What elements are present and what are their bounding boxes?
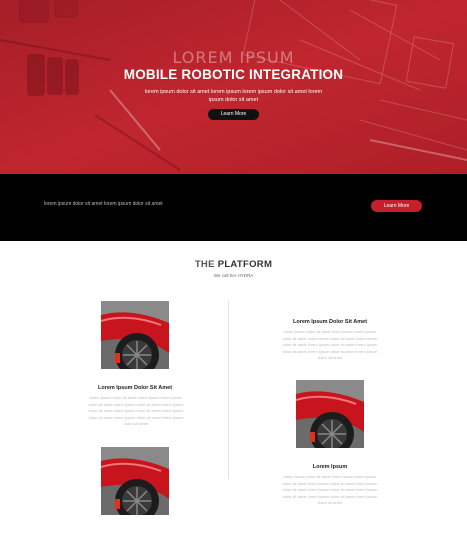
card-text: lorem ipsum dolor sit amet lorem ipsum l… (282, 474, 378, 505)
hero-eyebrow: LOREM IPSUM (172, 48, 295, 67)
car-image (101, 447, 169, 515)
card-title: Lorem Ipsum (312, 464, 348, 470)
cta-band-text: lorem ipsum dolor sit amet lorem ipsum d… (44, 201, 163, 207)
car-image (101, 301, 169, 369)
hero-learn-more-button[interactable]: Learn More (208, 109, 259, 120)
platform-title-part2: PLATFORM (217, 259, 273, 270)
platform-section: THE PLATFORM We call her HYDRA Lorem Ips… (0, 241, 467, 542)
card-text: lorem ipsum dolor sit amet lorem ipsum l… (88, 395, 184, 426)
platform-title: THE PLATFORM (0, 259, 467, 270)
platform-subtitle: We call her HYDRA (213, 273, 254, 278)
hero-subtitle: lorem ipsum dolor sit amet lorem ipsum l… (144, 89, 323, 103)
card-title: Lorem Ipsum Dolor Sit Amet (97, 385, 173, 391)
cta-band-learn-more-button[interactable]: Learn More (371, 200, 422, 212)
card-title: Lorem Ipsum Dolor Sit Amet (292, 319, 368, 325)
hero-content: LOREM IPSUM MOBILE ROBOTIC INTEGRATION l… (0, 0, 467, 174)
platform-title-part1: THE (194, 259, 215, 270)
hero-section: LOREM IPSUM MOBILE ROBOTIC INTEGRATION l… (0, 0, 467, 174)
hero-title: MOBILE ROBOTIC INTEGRATION (123, 67, 344, 82)
car-image (296, 380, 364, 448)
column-divider (228, 301, 229, 479)
card-text: lorem ipsum dolor sit amet lorem ipsum l… (282, 329, 378, 360)
